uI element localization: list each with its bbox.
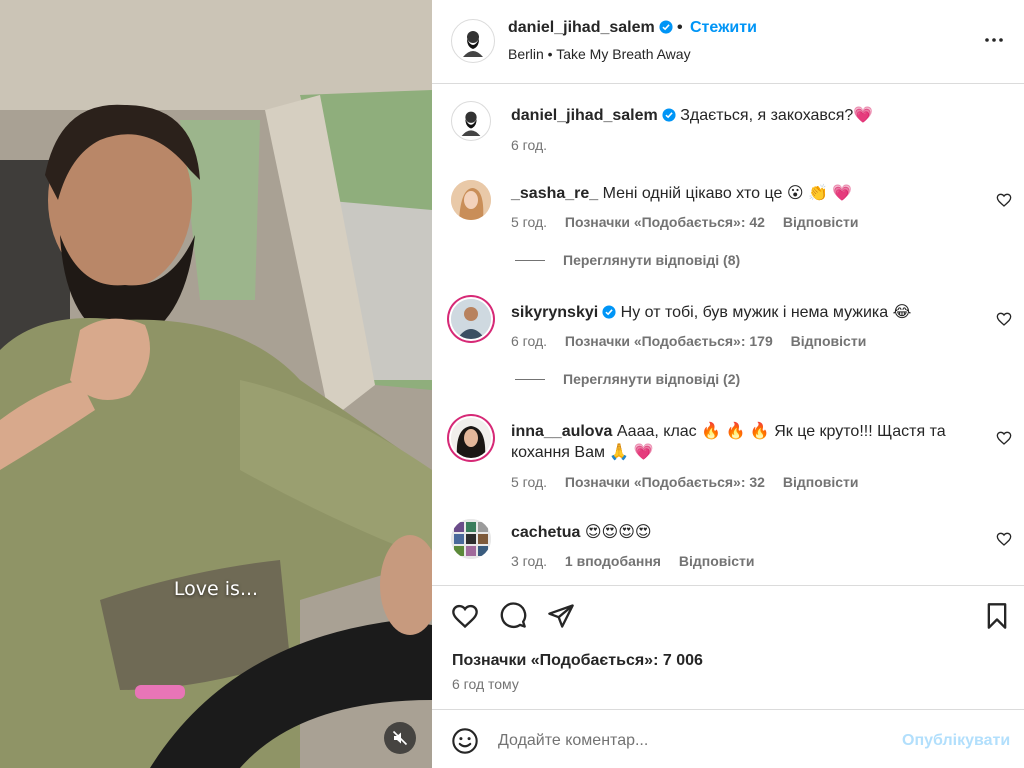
verified-badge-icon (662, 108, 676, 122)
avatar[interactable] (451, 299, 491, 339)
bookmark-icon[interactable] (983, 602, 1011, 630)
divider-line (515, 260, 545, 261)
comment-username[interactable]: inna__aulova (511, 423, 612, 440)
post-time[interactable]: 6 год тому (452, 676, 519, 692)
comment-time[interactable]: 6 год. (511, 333, 547, 349)
comments-list[interactable]: daniel_jihad_salem Здається, я закохався… (432, 85, 1024, 585)
divider-line (515, 379, 545, 380)
video-player[interactable]: Love is... (0, 0, 432, 768)
comment-text: daniel_jihad_salem Здається, я закохався… (511, 105, 968, 126)
separator-dot: • (677, 19, 683, 36)
verified-badge-icon (602, 305, 616, 319)
profile-avatar-icon (461, 111, 481, 136)
comment-bubble-icon[interactable] (499, 602, 527, 630)
speaker-muted-icon (392, 730, 408, 746)
comment-meta: 6 год. (511, 137, 561, 153)
post-header: daniel_jihad_salem • Стежити Berlin • Ta… (432, 0, 1024, 84)
view-replies-label[interactable]: Переглянути відповіді (2) (563, 371, 740, 387)
follow-button[interactable]: Стежити (690, 19, 757, 37)
post-panel: daniel_jihad_salem • Стежити Berlin • Ta… (432, 0, 1024, 768)
reply-button[interactable]: Відповісти (791, 333, 867, 349)
like-heart-icon[interactable] (996, 531, 1012, 547)
comment-text: cachetua 😍😍😍😍 (511, 522, 968, 543)
user-avatar-icon (451, 418, 491, 458)
post-actions: Позначки «Подобається»: 7 006 6 год тому (432, 585, 1024, 709)
user-avatar-icon (451, 180, 491, 220)
like-heart-icon[interactable] (996, 430, 1012, 446)
comment-item: _sasha_re_ Мені одній цікаво хто це 😮 👏 … (432, 180, 1024, 275)
avatar[interactable] (451, 101, 491, 141)
comment-text: _sasha_re_ Мені одній цікаво хто це 😮 👏 … (511, 183, 968, 204)
comment-body: 😍😍😍😍 (584, 524, 652, 541)
view-replies-label[interactable]: Переглянути відповіді (8) (563, 252, 740, 268)
comment-meta: 5 год. Позначки «Подобається»: 42 Відпов… (511, 214, 873, 230)
reply-button[interactable]: Відповісти (783, 474, 859, 490)
view-replies-button[interactable]: Переглянути відповіді (2) (515, 371, 740, 387)
comment-time[interactable]: 5 год. (511, 214, 547, 230)
post-author-username[interactable]: daniel_jihad_salem (508, 19, 673, 37)
like-heart-icon[interactable] (996, 192, 1012, 208)
comment-username[interactable]: sikyrynskyi (511, 304, 598, 321)
like-heart-icon[interactable] (996, 311, 1012, 327)
mute-button[interactable] (384, 722, 416, 754)
more-horizontal-icon[interactable] (982, 28, 1006, 52)
comment-text: sikyrynskyi Ну от тобі, був мужик і нема… (511, 302, 968, 323)
comment-meta: 3 год. 1 вподобання Відповісти (511, 553, 769, 569)
reply-button[interactable]: Відповісти (679, 553, 755, 569)
profile-avatar-icon (463, 31, 483, 57)
view-replies-button[interactable]: Переглянути відповіді (8) (515, 252, 740, 268)
comment-meta: 6 год. Позначки «Подобається»: 179 Відпо… (511, 333, 880, 349)
comment-text: inna__aulova Аааа, клас 🔥 🔥 🔥 Як це крут… (511, 421, 968, 463)
caption-comment: daniel_jihad_salem Здається, я закохався… (432, 101, 1024, 161)
comment-time[interactable]: 6 год. (511, 137, 547, 153)
comment-item: sikyrynskyi Ну от тобі, був мужик і нема… (432, 299, 1024, 394)
comment-meta: 5 год. Позначки «Подобається»: 32 Відпов… (511, 474, 873, 490)
publish-button[interactable]: Опублікувати (902, 732, 1010, 750)
add-comment-bar: Опублікувати (432, 709, 1024, 768)
comment-body: Ну от тобі, був мужик і нема мужика 😂 (620, 304, 912, 321)
comment-username[interactable]: _sasha_re_ (511, 185, 598, 202)
comment-item: inna__aulova Аааа, клас 🔥 🔥 🔥 Як це крут… (432, 418, 1024, 498)
comment-likes[interactable]: 1 вподобання (565, 553, 661, 569)
post-likes-count[interactable]: Позначки «Подобається»: 7 006 (452, 652, 703, 670)
video-frame (0, 0, 432, 768)
verified-badge-icon (659, 20, 673, 34)
comment-body: Здається, я закохався?💗 (680, 107, 874, 124)
comment-likes[interactable]: Позначки «Подобається»: 32 (565, 474, 765, 490)
avatar[interactable] (451, 519, 491, 559)
comment-likes[interactable]: Позначки «Подобається»: 42 (565, 214, 765, 230)
comment-username[interactable]: daniel_jihad_salem (511, 107, 658, 124)
share-paper-plane-icon[interactable] (547, 602, 575, 630)
username-text[interactable]: daniel_jihad_salem (508, 19, 655, 36)
video-caption: Love is... (173, 578, 259, 600)
avatar[interactable] (451, 180, 491, 220)
comment-body: Мені одній цікаво хто це 😮 👏 💗 (602, 185, 853, 202)
comment-item: cachetua 😍😍😍😍 3 год. 1 вподобання Відпов… (432, 519, 1024, 579)
reply-button[interactable]: Відповісти (783, 214, 859, 230)
user-avatar-icon (451, 519, 491, 559)
like-heart-icon[interactable] (451, 602, 479, 630)
comment-time[interactable]: 5 год. (511, 474, 547, 490)
user-avatar-icon (451, 299, 491, 339)
comment-time[interactable]: 3 год. (511, 553, 547, 569)
emoji-smiley-icon[interactable] (451, 727, 479, 755)
comment-username[interactable]: cachetua (511, 524, 580, 541)
location-and-audio[interactable]: Berlin • Take My Breath Away (508, 46, 691, 62)
avatar[interactable] (451, 418, 491, 458)
comment-likes[interactable]: Позначки «Подобається»: 179 (565, 333, 773, 349)
avatar[interactable] (451, 19, 495, 63)
comment-input[interactable] (498, 727, 888, 755)
